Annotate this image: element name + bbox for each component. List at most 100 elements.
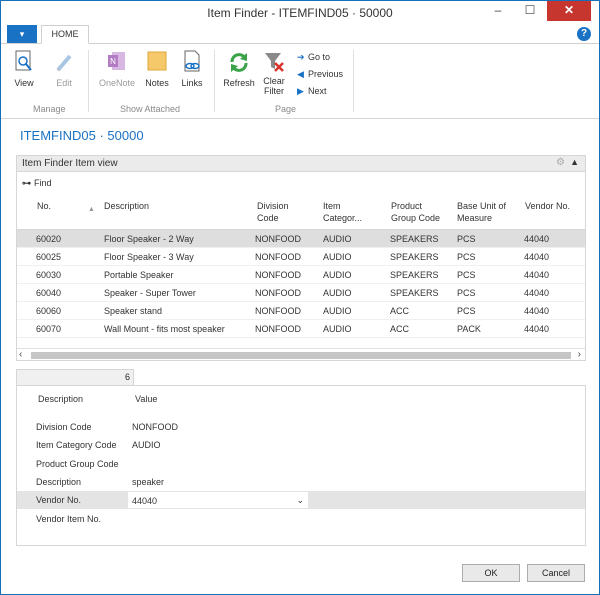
edit-label: Edit [56, 78, 72, 88]
cell-description: Wall Mount - fits most speaker [104, 324, 225, 334]
item-grid: No. ▲ Description Division Code Item Categ… [17, 194, 585, 338]
table-row[interactable]: 60020 Floor Speaker - 2 Way NONFOOD AUDI… [17, 230, 585, 248]
close-button[interactable]: ✕ [547, 1, 591, 21]
detail-row-product-group-code[interactable]: Product Group Code [17, 455, 585, 473]
cell-product-group: ACC [390, 306, 410, 316]
detail-value: AUDIO [132, 440, 161, 450]
cell-item-category: AUDIO [323, 270, 352, 280]
clear-filter-label: Clear [263, 76, 285, 86]
cell-item-category: AUDIO [323, 234, 352, 244]
scroll-right-icon[interactable]: › [578, 349, 581, 360]
sort-ascending-icon: ▲ [88, 206, 95, 213]
scroll-left-icon[interactable]: ‹ [19, 349, 22, 360]
field-value-panel: Description Value Division Code NONFOOD … [16, 385, 586, 546]
detail-row-vendor-no[interactable]: Vendor No. 44040 ⌄ [17, 491, 585, 509]
column-header-description[interactable]: Description [104, 200, 149, 212]
cell-product-group: SPEAKERS [390, 288, 439, 298]
cell-division: NONFOOD [255, 324, 301, 334]
scrollbar-thumb[interactable] [31, 352, 571, 359]
detail-row-description[interactable]: Description speaker [17, 473, 585, 491]
horizontal-scrollbar[interactable]: ‹ › [17, 348, 585, 361]
cell-uom: PCS [457, 288, 476, 298]
clear-filter-button[interactable]: Clear Filter [259, 50, 289, 96]
column-header-division-line2: Code [257, 213, 279, 223]
ribbon-separator [214, 50, 215, 112]
goto-button[interactable]: ➔ Go to [297, 52, 330, 63]
detail-row-division-code[interactable]: Division Code NONFOOD [17, 418, 585, 436]
column-header-vendor[interactable]: Vendor No. [525, 200, 570, 212]
cell-description: Floor Speaker - 3 Way [104, 252, 194, 262]
column-header-product-group-line2: Group Code [391, 213, 441, 223]
refresh-icon [230, 53, 248, 72]
page-title: ITEMFIND05 · 50000 [20, 128, 144, 143]
tab-home[interactable]: HOME [41, 25, 89, 44]
column-header-division[interactable]: Division Code [257, 200, 289, 224]
onenote-button[interactable]: N OneNote [96, 50, 138, 88]
cell-product-group: SPEAKERS [390, 234, 439, 244]
column-header-base-unit[interactable]: Base Unit of Measure [457, 200, 506, 224]
edit-button[interactable]: Edit [49, 50, 79, 88]
cell-description: Portable Speaker [104, 270, 174, 280]
table-row[interactable]: 60025 Floor Speaker - 3 Way NONFOOD AUDI… [17, 248, 585, 266]
detail-row-vendor-item-no[interactable]: Vendor Item No. [17, 510, 585, 528]
table-row[interactable]: 60070 Wall Mount - fits most speaker NON… [17, 320, 585, 338]
minimize-button[interactable]: – [485, 1, 511, 21]
cell-division: NONFOOD [255, 234, 301, 244]
refresh-label: Refresh [223, 78, 255, 88]
maximize-button[interactable]: ☐ [517, 1, 543, 21]
gear-icon[interactable]: ⚙ [556, 157, 565, 168]
cell-no: 60030 [36, 270, 62, 280]
detail-row-item-category-code[interactable]: Item Category Code AUDIO [17, 436, 585, 454]
ribbon-separator [88, 50, 89, 112]
cell-division: NONFOOD [255, 306, 301, 316]
view-button[interactable]: View [9, 50, 39, 88]
onenote-label: OneNote [98, 78, 136, 88]
cell-division: NONFOOD [255, 288, 301, 298]
cell-uom: PCS [457, 306, 476, 316]
cell-description: Floor Speaker - 2 Way [104, 234, 194, 244]
next-button[interactable]: ▶ Next [297, 86, 327, 97]
previous-button[interactable]: ◀ Previous [297, 69, 343, 80]
cell-description: Speaker stand [104, 306, 163, 316]
cell-description: Speaker - Super Tower [104, 288, 196, 298]
column-header-product-group[interactable]: Product Group Code [391, 200, 440, 224]
collapse-icon[interactable]: ▲ [570, 157, 579, 167]
table-row[interactable]: 60030 Portable Speaker NONFOOD AUDIO SPE… [17, 266, 585, 284]
find-button[interactable]: ⊶ Find [22, 178, 52, 189]
detail-header-value: Value [135, 394, 158, 404]
cell-division: NONFOOD [255, 252, 301, 262]
ribbon: View Edit Manage N OneNote Notes Links S… [1, 44, 599, 119]
detail-label: Division Code [36, 422, 92, 432]
links-button[interactable]: Links [177, 50, 207, 88]
cell-division: NONFOOD [255, 270, 301, 280]
cell-no: 60070 [36, 324, 62, 334]
part-caption: Item Finder Item view [22, 158, 118, 169]
find-label: Find [34, 178, 52, 188]
vendor-no-input[interactable]: 44040 ⌄ [127, 491, 309, 509]
refresh-button[interactable]: Refresh [221, 50, 257, 88]
detail-value: 44040 [132, 496, 158, 506]
clear-filter-icon [265, 53, 284, 72]
help-icon[interactable]: ? [577, 27, 591, 41]
detail-value: NONFOOD [132, 422, 178, 432]
cell-item-category: AUDIO [323, 288, 352, 298]
table-row[interactable]: 60040 Speaker - Super Tower NONFOOD AUDI… [17, 284, 585, 302]
notes-button[interactable]: Notes [142, 50, 172, 88]
cancel-button[interactable]: Cancel [527, 564, 585, 582]
detail-label: Vendor No. [36, 495, 82, 505]
column-header-item-category[interactable]: Item Categor... [323, 200, 362, 224]
part-header: Item Finder Item view ⚙ ▲ [17, 156, 585, 172]
group-label-page: Page [275, 104, 297, 114]
ok-button[interactable]: OK [462, 564, 520, 582]
cell-vendor: 44040 [524, 234, 550, 244]
group-label-show-attached: Show Attached [120, 104, 181, 114]
table-row[interactable]: 60060 Speaker stand NONFOOD AUDIO ACC PC… [17, 302, 585, 320]
app-menu-button[interactable]: ▾ [7, 25, 37, 43]
arrow-right-icon: ➔ [297, 52, 305, 62]
cell-uom: PCS [457, 270, 476, 280]
cell-item-category: AUDIO [323, 306, 352, 316]
note-icon [147, 51, 167, 71]
link-page-icon [184, 50, 200, 72]
column-header-no[interactable]: No. [37, 200, 51, 212]
chevron-down-icon[interactable]: ⌄ [296, 495, 304, 506]
